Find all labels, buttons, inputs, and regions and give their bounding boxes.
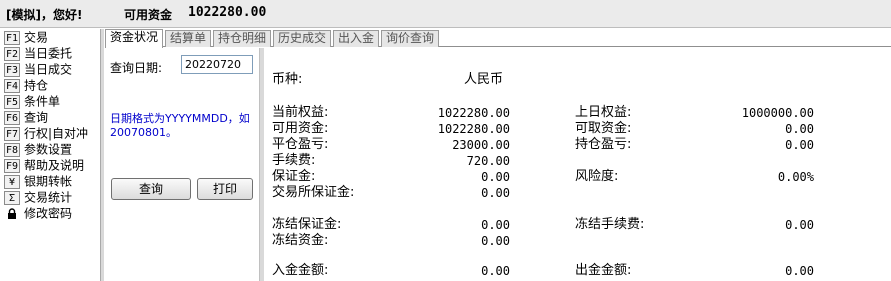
f5-key-icon: F5 <box>4 94 20 109</box>
current-equity-label: 当前权益: <box>272 105 329 120</box>
position-pnl-value: 0.00 <box>785 138 814 152</box>
query-date-input[interactable] <box>181 55 253 74</box>
sidebar-item-label: 行权|自对冲 <box>24 126 89 141</box>
tab-settlement[interactable]: 结算单 <box>165 30 211 47</box>
tab-bar: 资金状况 结算单 持仓明细 历史成交 出入金 询价查询 <box>105 29 891 48</box>
query-panel: 查询日期: 日期格式为YYYYMMDD，如20070801。 查询 打印 <box>105 48 258 281</box>
tab-quote-query[interactable]: 询价查询 <box>381 30 439 47</box>
sidebar-item-label: 持仓 <box>24 78 49 93</box>
position-pnl-label: 持仓盈亏: <box>575 137 632 152</box>
withdrawable-funds-value: 0.00 <box>785 122 814 136</box>
exchange-margin-value: 0.00 <box>481 186 510 200</box>
withdrawable-funds-label: 可取资金: <box>575 121 632 136</box>
top-status-bar: [模拟]，您好! 可用资金 1022280.00 <box>0 0 891 28</box>
sidebar-item-label: 参数设置 <box>24 142 73 157</box>
sigma-icon: Σ <box>4 190 20 205</box>
available-funds-value: 1022280.00 <box>437 122 510 136</box>
yen-icon: ¥ <box>4 174 20 189</box>
f9-key-icon: F9 <box>4 158 20 173</box>
sidebar-menu: F1 交易 F2 当日委托 F3 当日成交 F4 持仓 F5 条件单 F6 查询 F7 行权|… <box>0 29 101 281</box>
sidebar-item-trade-stats[interactable]: Σ 交易统计 <box>4 189 100 205</box>
frozen-funds-value: 0.00 <box>481 234 510 248</box>
f8-key-icon: F8 <box>4 142 20 157</box>
frozen-margin-value: 0.00 <box>481 218 510 232</box>
sidebar-item-trade[interactable]: F1 交易 <box>4 29 100 45</box>
sidebar-item-label: 修改密码 <box>24 206 73 221</box>
deposit-amount-label: 入金金额: <box>272 263 329 278</box>
prev-equity-label: 上日权益: <box>575 105 632 120</box>
query-button[interactable]: 查询 <box>111 178 191 200</box>
withdraw-amount-label: 出金金额: <box>575 263 632 278</box>
tab-position-detail[interactable]: 持仓明细 <box>213 30 271 47</box>
sidebar-item-label: 条件单 <box>24 94 61 109</box>
risk-level-value: 0.00% <box>777 170 814 184</box>
sidebar-item-change-password[interactable]: 修改密码 <box>4 205 100 221</box>
closed-pnl-label: 平仓盈亏: <box>272 137 329 152</box>
commission-value: 720.00 <box>466 154 510 168</box>
sidebar-item-label: 交易统计 <box>24 190 73 205</box>
sidebar-splitter[interactable] <box>101 29 104 281</box>
date-format-note: 日期格式为YYYYMMDD，如20070801。 <box>110 112 250 139</box>
sidebar-item-label: 当日成交 <box>24 62 73 77</box>
sidebar-item-positions[interactable]: F4 持仓 <box>4 77 100 93</box>
frozen-margin-label: 冻结保证金: <box>272 217 342 232</box>
f4-key-icon: F4 <box>4 78 20 93</box>
f1-key-icon: F1 <box>4 30 20 45</box>
risk-level-label: 风险度: <box>575 169 619 184</box>
currency-value: 人民币 <box>464 72 504 87</box>
print-button[interactable]: 打印 <box>197 178 253 200</box>
sidebar-item-label: 银期转帐 <box>24 174 73 189</box>
tab-deposit-withdraw[interactable]: 出入金 <box>333 30 379 47</box>
commission-label: 手续费: <box>272 153 316 168</box>
lock-icon <box>4 206 20 221</box>
prev-equity-value: 1000000.00 <box>741 106 814 120</box>
frozen-commission-label: 冻结手续费: <box>575 217 645 232</box>
frozen-commission-value: 0.00 <box>785 218 814 232</box>
available-fund-value: 1022280.00 <box>188 5 267 20</box>
sidebar-item-settings[interactable]: F8 参数设置 <box>4 141 100 157</box>
withdraw-amount-value: 0.00 <box>785 264 814 278</box>
tab-trade-history[interactable]: 历史成交 <box>273 30 331 47</box>
exchange-margin-label: 交易所保证金: <box>272 185 355 200</box>
sidebar-item-query[interactable]: F6 查询 <box>4 109 100 125</box>
sidebar-item-today-orders[interactable]: F2 当日委托 <box>4 45 100 61</box>
f2-key-icon: F2 <box>4 46 20 61</box>
sidebar-item-help[interactable]: F9 帮助及说明 <box>4 157 100 173</box>
sidebar-item-label: 查询 <box>24 110 49 125</box>
sidebar-item-label: 交易 <box>24 30 49 45</box>
fund-status-panel: 币种: 人民币 当前权益: 1022280.00 可用资金: 1022280.0… <box>264 48 891 281</box>
query-date-label: 查询日期: <box>110 61 163 75</box>
closed-pnl-value: 23000.00 <box>452 138 510 152</box>
f7-key-icon: F7 <box>4 126 20 141</box>
greeting-text: [模拟]，您好! <box>6 8 83 22</box>
f6-key-icon: F6 <box>4 110 20 125</box>
available-fund-label: 可用资金 <box>124 8 173 22</box>
sidebar-item-bank-transfer[interactable]: ¥ 银期转帐 <box>4 173 100 189</box>
sidebar-item-exercise-hedge[interactable]: F7 行权|自对冲 <box>4 125 100 141</box>
sidebar-item-today-trades[interactable]: F3 当日成交 <box>4 61 100 77</box>
sidebar-item-label: 帮助及说明 <box>24 158 85 173</box>
frozen-funds-label: 冻结资金: <box>272 233 329 248</box>
deposit-amount-value: 0.00 <box>481 264 510 278</box>
margin-label: 保证金: <box>272 169 316 184</box>
f3-key-icon: F3 <box>4 62 20 77</box>
current-equity-value: 1022280.00 <box>437 106 510 120</box>
currency-label: 币种: <box>272 72 303 87</box>
tab-fund-status[interactable]: 资金状况 <box>105 29 163 48</box>
margin-value: 0.00 <box>481 170 510 184</box>
available-funds-label: 可用资金: <box>272 121 329 136</box>
sidebar-item-conditional-orders[interactable]: F5 条件单 <box>4 93 100 109</box>
sidebar-item-label: 当日委托 <box>24 46 73 61</box>
